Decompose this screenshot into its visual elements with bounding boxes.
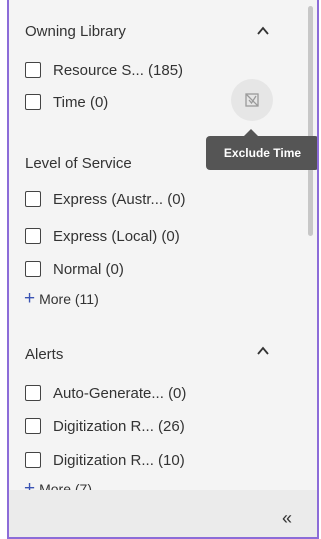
facet-panel: Owning Library Resource S... (185) Time … [7,0,319,539]
facet-option-auto-generated[interactable]: Auto-Generate... (0) [25,381,186,405]
checkbox[interactable] [25,452,41,468]
chevron-up-icon[interactable] [256,24,270,38]
more-link-alerts[interactable]: + More (7) [24,479,92,490]
checkbox[interactable] [25,385,41,401]
facet-option-resource-sharing[interactable]: Resource S... (185) [25,58,183,82]
chevron-up-icon[interactable] [256,344,270,358]
facet-scroll-area: Owning Library Resource S... (185) Time … [9,0,305,490]
option-label: Digitization R... (26) [53,417,185,435]
checkbox[interactable] [25,62,41,78]
facet-option-digitization-2[interactable]: Digitization R... (10) [25,448,185,472]
checkbox[interactable] [25,418,41,434]
more-label: More (11) [39,290,99,307]
exclude-tooltip: Exclude Time [206,136,317,170]
section-title-owning-library: Owning Library [25,23,126,40]
facet-option-express-local[interactable]: Express (Local) (0) [25,224,180,248]
plus-icon: + [24,288,36,309]
scrollbar-thumb[interactable] [308,6,313,236]
facet-option-express-austr[interactable]: Express (Austr... (0) [25,187,186,211]
checkbox[interactable] [25,228,41,244]
option-label: Auto-Generate... (0) [53,384,187,402]
section-title-level-of-service: Level of Service [25,155,132,172]
checkbox[interactable] [25,191,41,207]
option-label: Normal (0) [53,260,124,278]
exclude-time-button[interactable] [231,79,273,121]
option-label: Resource S... (185) [53,61,184,79]
collapse-panel-button[interactable]: « [277,508,297,528]
checkbox[interactable] [25,261,41,277]
facet-option-normal[interactable]: Normal (0) [25,257,124,281]
more-label: More (7) [39,480,93,491]
option-label: Digitization R... (10) [53,451,185,469]
exclude-icon [245,93,259,107]
facet-option-digitization-1[interactable]: Digitization R... (26) [25,414,185,438]
more-link-level-of-service[interactable]: + More (11) [24,289,99,308]
plus-icon: + [24,478,36,490]
section-title-alerts: Alerts [25,346,64,363]
checkbox[interactable] [25,94,41,110]
option-label: Express (Austr... (0) [53,190,186,208]
tooltip-arrow [244,129,258,136]
panel-footer: « [9,490,317,537]
option-label: Express (Local) (0) [53,227,180,245]
facet-option-time[interactable]: Time (0) [25,90,108,114]
option-label: Time (0) [53,93,109,111]
